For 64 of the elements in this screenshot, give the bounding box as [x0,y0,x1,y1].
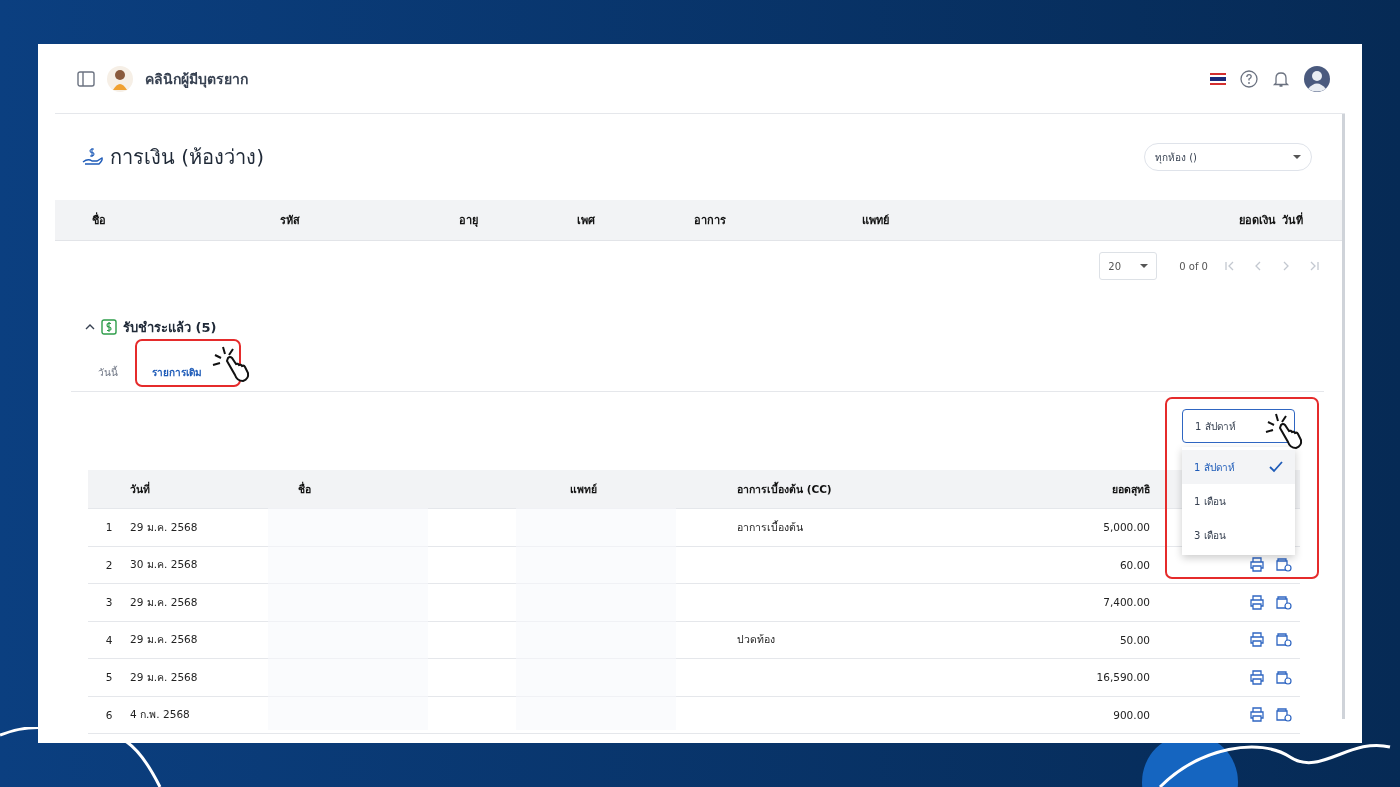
column-header: ยอดสุทธิ [1111,481,1150,498]
dropdown-option[interactable]: 1 สัปดาห์ [1182,450,1295,484]
logo-icon [107,65,133,92]
table-cell-text: 4 ก.พ. 2568 [130,707,191,723]
column-header: แพทย์ [862,213,890,229]
page-title: การเงิน (ห้องว่าง) [110,144,264,171]
row-number: 5 [104,671,114,684]
pointer-hand-icon [211,345,251,385]
column-header: รหัส [280,213,301,229]
table-cell-text: 29 ม.ค. 2568 [130,519,199,535]
tab[interactable]: รายการเดิม [152,364,202,380]
help-icon[interactable] [1240,69,1258,88]
printer-icon[interactable] [1249,707,1265,723]
table-cell-text: 29 ม.ค. 2568 [130,632,199,648]
column-header: วันที่ [130,480,151,497]
printer-icon[interactable] [1249,669,1265,685]
column-header: อายุ [459,213,479,229]
wallet-icon[interactable] [1275,557,1292,573]
printer-icon[interactable] [1249,632,1265,648]
table-cell-text: 5,000.00 [1102,521,1150,534]
tab[interactable]: วันนี้ [98,364,118,380]
table-cell-text: 30 ม.ค. 2568 [130,557,199,573]
row-number: 1 [104,521,114,534]
dropdown-option[interactable]: 3 เดือน [1182,518,1295,552]
chevron-icon[interactable] [85,323,95,331]
dropdown-option[interactable]: 1 เดือน [1182,484,1295,518]
flag-icon[interactable] [1210,72,1226,85]
avatar-icon[interactable] [1304,65,1330,92]
column-header: วันที่ [1282,211,1304,229]
table-cell: อาการเบื้องต้น [737,520,803,533]
column-header: อาการเบื้องต้น (CC) [737,480,833,497]
table-cell-text: 60.00 [1118,558,1150,571]
wallet-icon[interactable] [1275,632,1292,648]
money-hand-icon [82,147,104,167]
table-cell-text: 29 ม.ค. 2568 [130,669,199,685]
column-header: เพศ [577,213,596,229]
wallet-icon[interactable] [1275,594,1292,610]
table-cell-text: 7,400.00 [1102,596,1150,609]
table-cell-text: 50.00 [1118,633,1150,646]
column-header: ยอดเงิน [1239,213,1276,229]
row-number: 6 [104,708,114,721]
app-name: คลินิกผู้มีบุตรยาก [145,69,248,90]
wallet-icon[interactable] [1275,707,1292,723]
printer-icon[interactable] [1249,594,1265,610]
row-number: 4 [104,633,114,646]
sidebar-toggle-icon[interactable] [77,70,95,87]
money-tray-icon [101,319,117,335]
table-cell-text: 29 ม.ค. 2568 [130,594,199,610]
column-header: ชื่อ [298,480,312,497]
column-header: อาการ [694,213,727,229]
column-header: ชื่อ [92,211,107,229]
table-cell-text: 900.00 [1112,708,1150,721]
page-range: 0 of 0 [1179,260,1208,272]
printer-icon[interactable] [1249,557,1265,573]
check-icon [1269,461,1283,473]
section-title: รับชำระแล้ว (5) [123,318,217,337]
row-number: 3 [104,596,114,609]
bell-icon[interactable] [1272,69,1290,88]
row-number: 2 [104,558,114,571]
table-cell-text: 16,590.00 [1095,671,1150,684]
column-header: แพทย์ [570,481,598,497]
page-size-select[interactable]: 20 [1099,252,1158,280]
table-cell: ปวดท้อง [737,633,775,646]
wallet-icon[interactable] [1275,669,1292,685]
